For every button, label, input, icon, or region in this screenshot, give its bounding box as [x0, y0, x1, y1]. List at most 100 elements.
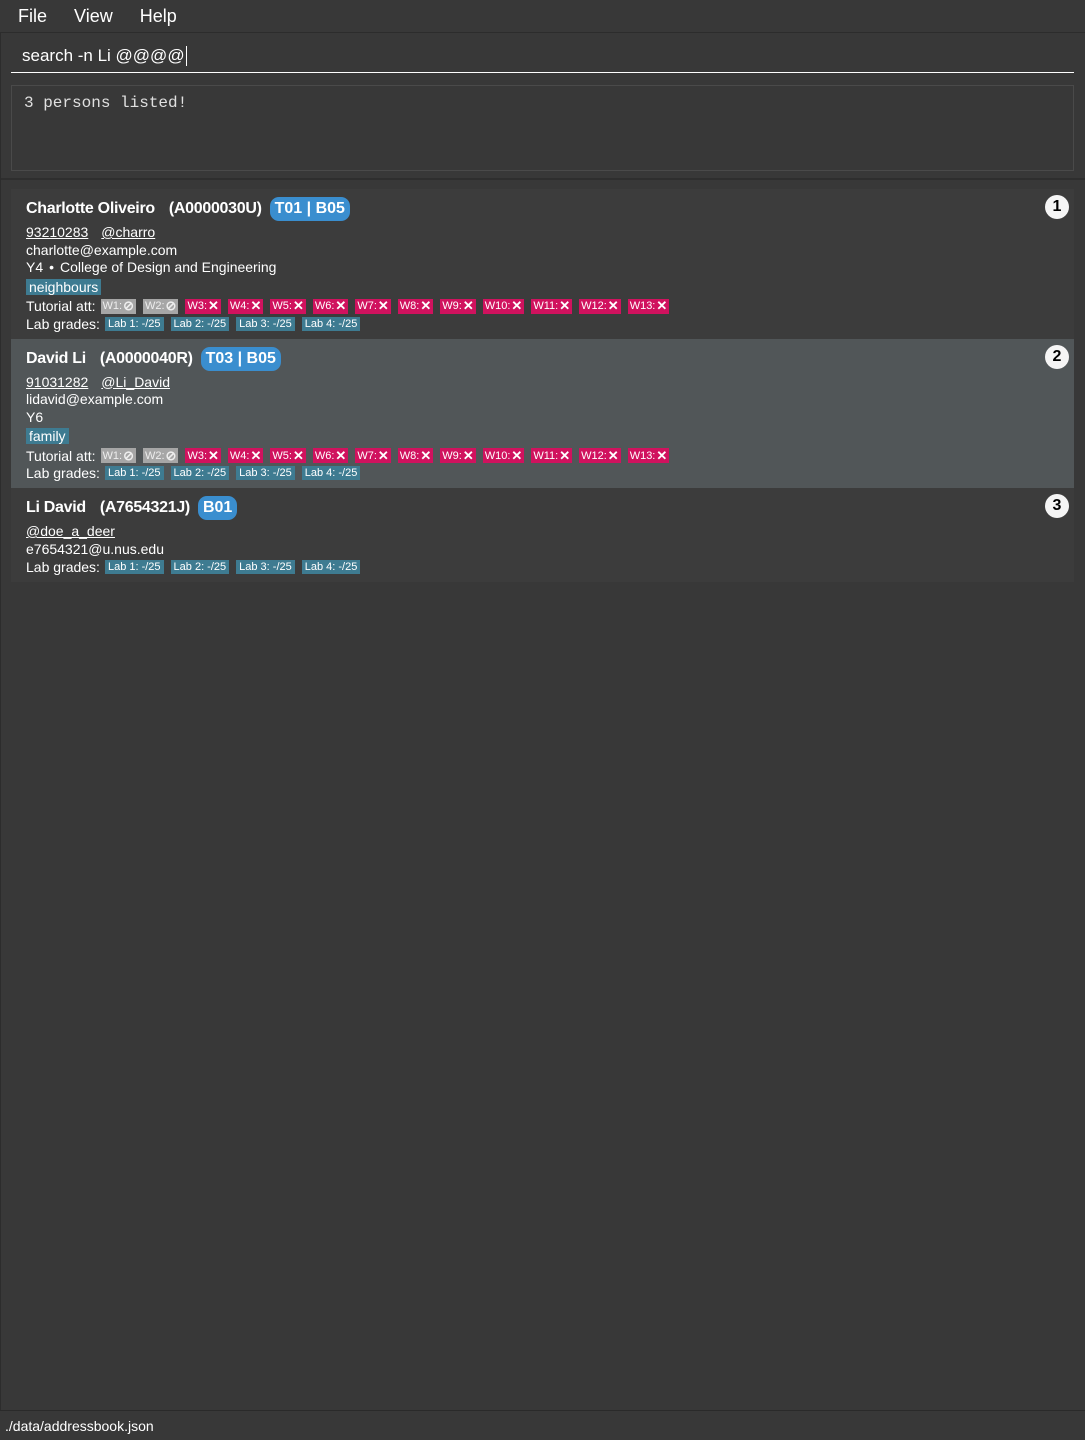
- attendance-chip: W11: ✕: [531, 298, 573, 314]
- menu-bar: File View Help: [0, 0, 1085, 33]
- attendance-chip: W1: ⊘: [100, 298, 136, 314]
- telegram-handle[interactable]: @Li_David: [101, 374, 170, 392]
- x-icon: ✕: [335, 447, 347, 463]
- week-label: W7:: [357, 300, 377, 313]
- group-badge: T03 | B05: [200, 346, 281, 371]
- attendance-chip: W13: ✕: [627, 298, 670, 314]
- telegram-handle[interactable]: @doe_a_deer: [26, 523, 115, 541]
- week-label: W6:: [314, 449, 335, 462]
- week-label: W13:: [629, 449, 656, 462]
- attendance-row: Tutorial att: W1: ⊘ W2: ⊘ W3: ✕ W4: ✕ W5: ✕ W6: ✕ W7…: [26, 447, 1059, 465]
- lab-grade-chip: Lab 3: -/25: [236, 559, 295, 574]
- index-badge: 1: [1045, 195, 1069, 219]
- person-card[interactable]: David Li (A0000040R) T03 | B05 2 9103128…: [11, 338, 1074, 488]
- person-list[interactable]: Charlotte Oliveiro (A0000030U) T01 | B05…: [0, 180, 1085, 582]
- x-icon: ✕: [377, 447, 389, 463]
- week-label: W7:: [357, 449, 377, 462]
- x-icon: ✕: [208, 298, 219, 314]
- year: Y4: [26, 259, 44, 275]
- circle-slash-icon: ⊘: [123, 447, 134, 463]
- week-label: W10:: [484, 300, 511, 313]
- menu-help[interactable]: Help: [131, 6, 186, 27]
- email: lidavid@example.com: [26, 391, 164, 407]
- week-label: W4:: [229, 300, 250, 313]
- week-label: W12:: [581, 300, 607, 313]
- group-badge: B01: [197, 496, 238, 520]
- telegram-handle[interactable]: @charro: [101, 224, 155, 242]
- attendance-chip: W3: ✕: [185, 448, 221, 464]
- student-id: (A7654321J): [99, 499, 190, 516]
- attendance-label: Tutorial att:: [26, 298, 96, 315]
- week-label: W1:: [102, 449, 123, 462]
- attendance-chip: W6: ✕: [312, 298, 349, 314]
- week-label: W3:: [187, 300, 208, 313]
- circle-slash-icon: ⊘: [165, 298, 177, 314]
- attendance-chip: W7: ✕: [355, 447, 391, 464]
- person-name: Li David: [26, 499, 86, 516]
- week-label: W10:: [484, 449, 511, 462]
- x-icon: ✕: [292, 298, 304, 314]
- phone-number[interactable]: 93210283: [26, 224, 88, 242]
- attendance-chip: W2: ⊘: [142, 448, 179, 464]
- attendance-label: Tutorial att:: [26, 447, 96, 464]
- attendance-chip: W13: ✕: [627, 447, 670, 464]
- index-badge: 3: [1045, 494, 1069, 518]
- attendance-chip: W4: ✕: [227, 448, 264, 464]
- x-icon: ✕: [511, 447, 523, 463]
- email: charlotte@example.com: [26, 241, 178, 258]
- lab-grade-chip: Lab 2: -/25: [170, 466, 230, 481]
- lab-grades-label: Lab grades:: [26, 558, 100, 575]
- x-icon: ✕: [250, 298, 262, 314]
- lab-grade-chip: Lab 3: -/25: [236, 466, 295, 481]
- week-label: W12:: [581, 449, 607, 462]
- lab-grade-chip: Lab 4: -/25: [301, 316, 361, 331]
- x-icon: ✕: [420, 298, 432, 314]
- week-label: W13:: [629, 300, 656, 313]
- week-label: W9:: [442, 300, 462, 313]
- status-bar: ./data/addressbook.json: [0, 1410, 1085, 1440]
- attendance-chip: W8: ✕: [397, 448, 434, 464]
- group-badge: T01 | B05: [269, 197, 350, 221]
- separator-dot: •: [49, 259, 55, 275]
- week-label: W3:: [187, 449, 208, 462]
- x-icon: ✕: [656, 447, 668, 463]
- lab-grade-chip: Lab 2: -/25: [170, 559, 230, 574]
- week-label: W5:: [272, 300, 292, 313]
- menu-file[interactable]: File: [9, 6, 56, 27]
- menu-view[interactable]: View: [65, 6, 122, 27]
- text-caret: [185, 45, 187, 66]
- x-icon: ✕: [607, 447, 619, 463]
- x-icon: ✕: [559, 298, 571, 314]
- attendance-chip: W5: ✕: [270, 448, 306, 464]
- command-input[interactable]: search -n Li @@@@: [11, 39, 1074, 73]
- person-name: David Li: [26, 349, 86, 367]
- lab-grades-label: Lab grades:: [26, 315, 100, 332]
- lab-grade-chip: Lab 1: -/25: [104, 466, 164, 481]
- lab-grade-chip: Lab 1: -/25: [104, 316, 164, 331]
- index-badge: 2: [1045, 344, 1069, 369]
- x-icon: ✕: [559, 447, 571, 463]
- week-label: W5:: [272, 449, 292, 462]
- attendance-chip: W2: ⊘: [142, 298, 179, 314]
- faculty: College of Design and Engineering: [60, 259, 277, 275]
- email: e7654321@u.nus.edu: [26, 540, 164, 557]
- x-icon: ✕: [462, 447, 474, 463]
- lab-grade-chip: Lab 2: -/25: [170, 316, 230, 331]
- phone-number[interactable]: 91031282: [26, 374, 88, 392]
- command-text: search -n Li @@@@: [22, 45, 185, 65]
- week-label: W1:: [102, 300, 123, 313]
- person-card[interactable]: Li David (A7654321J) B01 3 @doe_a_deer e…: [11, 488, 1074, 582]
- circle-slash-icon: ⊘: [123, 298, 134, 314]
- attendance-chip: W8: ✕: [397, 298, 434, 314]
- year: Y6: [26, 408, 44, 425]
- x-icon: ✕: [377, 298, 389, 314]
- attendance-chip: W6: ✕: [312, 447, 349, 464]
- week-label: W11:: [533, 449, 559, 462]
- x-icon: ✕: [607, 298, 619, 314]
- attendance-chip: W4: ✕: [227, 298, 264, 314]
- week-label: W4:: [229, 449, 250, 462]
- attendance-row: Tutorial att: W1: ⊘ W2: ⊘ W3: ✕ W4: ✕ W5: ✕ W6: ✕ W7…: [26, 298, 1059, 316]
- person-card[interactable]: Charlotte Oliveiro (A0000030U) T01 | B05…: [11, 189, 1074, 339]
- week-label: W6:: [314, 300, 335, 313]
- file-path: ./data/addressbook.json: [5, 1417, 154, 1434]
